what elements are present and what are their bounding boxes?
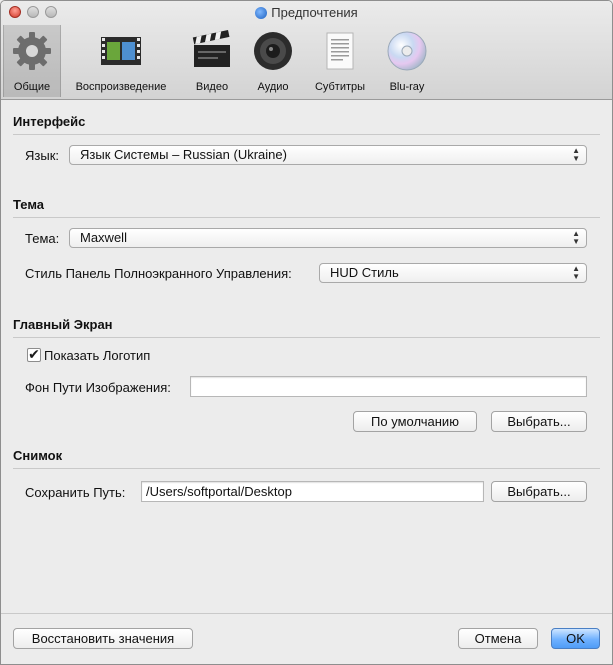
fullscreen-style-select[interactable]: HUD Стиль ▲ ▼ xyxy=(319,263,587,283)
theme-section: Тема xyxy=(13,197,600,218)
default-button[interactable]: По умолчанию xyxy=(353,411,477,432)
show-logo-label: Показать Логотип xyxy=(44,348,151,363)
theme-select[interactable]: Maxwell ▲ ▼ xyxy=(69,228,587,248)
tab-general-label: Общие xyxy=(13,81,51,93)
section-heading-theme: Тема xyxy=(13,197,600,218)
window-title: Предпочтения xyxy=(1,5,612,20)
tab-subtitles[interactable]: Субтитры xyxy=(307,25,373,97)
tab-playback[interactable]: Воспроизведение xyxy=(69,25,173,97)
save-path-label: Сохранить Путь: xyxy=(25,485,126,500)
interface-section: Интерфейс xyxy=(13,114,600,135)
tab-subtitles-label: Субтитры xyxy=(314,81,366,93)
main-screen-section: Главный Экран xyxy=(13,317,600,338)
gear-icon xyxy=(13,32,51,70)
ok-button[interactable]: OK xyxy=(551,628,600,649)
choose-bg-button[interactable]: Выбрать... xyxy=(491,411,587,432)
clapperboard-icon xyxy=(192,30,230,67)
disc-icon xyxy=(387,31,427,71)
restore-defaults-button[interactable]: Восстановить значения xyxy=(13,628,193,649)
tab-bluray[interactable]: Blu-ray xyxy=(381,25,433,97)
window-title-text: Предпочтения xyxy=(271,5,358,20)
section-heading-interface: Интерфейс xyxy=(13,114,600,135)
language-select-value: Язык Системы – Russian (Ukraine) xyxy=(80,147,287,162)
select-arrows-icon: ▲ ▼ xyxy=(572,264,580,281)
bg-path-input[interactable] xyxy=(190,376,587,397)
document-icon xyxy=(326,32,354,70)
app-icon xyxy=(255,7,268,19)
show-logo-checkbox[interactable]: ✔ xyxy=(27,347,41,362)
filmstrip-icon xyxy=(101,37,141,65)
fullscreen-style-value: HUD Стиль xyxy=(330,265,399,280)
toolbar: Предпочтения Общие Воспроизведение Видео… xyxy=(1,1,612,100)
select-arrows-icon: ▲ ▼ xyxy=(572,146,580,163)
speaker-icon xyxy=(254,32,292,70)
tab-general[interactable]: Общие xyxy=(3,25,61,97)
choose-save-path-button[interactable]: Выбрать... xyxy=(491,481,587,502)
section-heading-snapshot: Снимок xyxy=(13,448,600,469)
tab-video[interactable]: Видео xyxy=(187,25,237,97)
bg-path-label: Фон Пути Изображения: xyxy=(25,380,171,395)
tab-playback-label: Воспроизведение xyxy=(75,81,167,93)
tab-video-label: Видео xyxy=(195,81,229,93)
save-path-input[interactable]: /Users/softportal/Desktop xyxy=(141,481,484,502)
section-heading-main-screen: Главный Экран xyxy=(13,317,600,338)
snapshot-section: Снимок xyxy=(13,448,600,469)
tab-audio[interactable]: Аудио xyxy=(249,25,297,97)
select-arrows-icon: ▲ ▼ xyxy=(572,229,580,246)
cancel-button[interactable]: Отмена xyxy=(458,628,538,649)
theme-select-value: Maxwell xyxy=(80,230,127,245)
language-label: Язык: xyxy=(25,148,59,163)
preferences-window: Предпочтения Общие Воспроизведение Видео… xyxy=(0,0,613,665)
language-select[interactable]: Язык Системы – Russian (Ukraine) ▲ ▼ xyxy=(69,145,587,165)
theme-label: Тема: xyxy=(25,231,60,246)
tab-audio-label: Аудио xyxy=(257,81,289,93)
tab-bluray-label: Blu-ray xyxy=(389,81,425,93)
fullscreen-style-label: Стиль Панель Полноэкранного Управления: xyxy=(25,266,292,281)
footer-divider xyxy=(1,613,612,614)
